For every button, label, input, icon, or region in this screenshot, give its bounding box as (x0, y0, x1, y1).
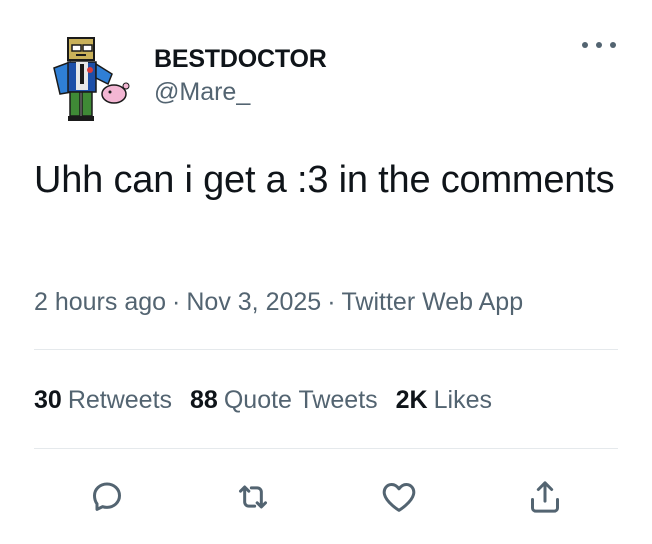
more-options-button[interactable] (582, 36, 616, 54)
retweets-label: Retweets (67, 386, 173, 414)
tweet-source[interactable]: Twitter Web App (342, 288, 524, 316)
likes-stat[interactable]: 2K Likes (396, 384, 492, 416)
retweet-icon (239, 485, 267, 509)
share-button[interactable] (522, 474, 568, 520)
retweets-stat[interactable]: 30 Retweets (34, 384, 172, 416)
tweet-stats: 30 Retweets 88 Quote Tweets 2K Likes (34, 384, 510, 416)
heart-icon (382, 483, 416, 512)
more-dot (596, 42, 602, 48)
avatar[interactable] (46, 34, 132, 124)
divider (34, 448, 618, 449)
reply-icon (93, 482, 121, 511)
retweet-button[interactable] (230, 474, 276, 520)
quote-tweets-count: 88 (190, 386, 218, 414)
divider (34, 349, 618, 350)
retweets-count: 30 (34, 386, 62, 414)
tweet-metadata: 2 hours ago · Nov 3, 2025 · Twitter Web App (34, 286, 523, 318)
likes-count: 2K (395, 386, 428, 414)
share-icon (531, 481, 559, 513)
like-button[interactable] (376, 474, 422, 520)
tweet-date[interactable]: Nov 3, 2025 (186, 288, 321, 316)
likes-label: Likes (433, 386, 492, 414)
tweet-time[interactable]: 2 hours ago (34, 288, 166, 316)
author-info: BESTDOCTOR @Mare_ (154, 44, 327, 107)
tweet-text: Uhh can i get a :3 in the comments (34, 159, 615, 201)
user-handle[interactable]: @Mare_ (154, 77, 327, 107)
more-dot (610, 42, 616, 48)
tweet-card: BESTDOCTOR @Mare_ Uhh can i get a :3 in … (0, 0, 652, 544)
display-name[interactable]: BESTDOCTOR (154, 44, 327, 74)
reply-button[interactable] (84, 474, 130, 520)
quote-tweets-stat[interactable]: 88 Quote Tweets (190, 384, 378, 416)
avatar-image (53, 37, 130, 121)
more-horizontal-icon (582, 42, 588, 48)
meta-separator: · (172, 288, 181, 316)
meta-separator: · (327, 288, 336, 316)
tweet-actions (0, 470, 652, 526)
quote-tweets-label: Quote Tweets (223, 386, 378, 414)
